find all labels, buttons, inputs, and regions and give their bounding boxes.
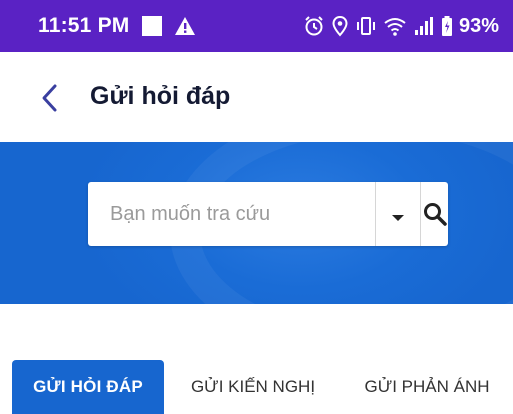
search-dropdown-button[interactable]	[375, 182, 421, 246]
tab-bar: GỬI HỎI ĐÁP GỬI KIẾN NGHỊ GỬI PHẢN ÁNH	[0, 360, 513, 414]
search-input[interactable]	[88, 182, 375, 246]
battery-percentage: 93%	[458, 14, 499, 37]
tab-gui-hoi-dap[interactable]: GỬI HỎI ĐÁP	[12, 360, 164, 414]
notification-square-icon	[141, 16, 162, 36]
search-banner	[0, 142, 513, 304]
warning-icon	[174, 17, 195, 35]
chevron-left-icon[interactable]	[36, 82, 64, 114]
search-box	[88, 182, 448, 246]
vibrate-icon	[356, 17, 375, 35]
status-time: 11:51 PM	[38, 14, 130, 37]
caret-down-icon	[392, 215, 404, 221]
battery-icon	[441, 16, 452, 36]
status-bar: 11:51 PM 93%	[0, 0, 513, 52]
status-right: 93%	[303, 15, 499, 38]
magnifier-icon	[423, 203, 447, 226]
search-button[interactable]	[421, 182, 448, 246]
status-left: 11:51 PM	[38, 14, 196, 38]
signal-icon	[414, 17, 433, 35]
alarm-icon	[305, 16, 323, 36]
location-icon	[332, 15, 348, 37]
tab-gui-kien-nghi[interactable]: GỬI KIẾN NGHỊ	[178, 360, 328, 414]
tab-gui-phan-anh[interactable]: GỬI PHẢN ÁNH	[352, 360, 502, 414]
app-header: Gửi hỏi đáp	[0, 52, 513, 142]
wifi-icon	[384, 18, 406, 36]
page-title: Gửi hỏi đáp	[90, 82, 231, 110]
